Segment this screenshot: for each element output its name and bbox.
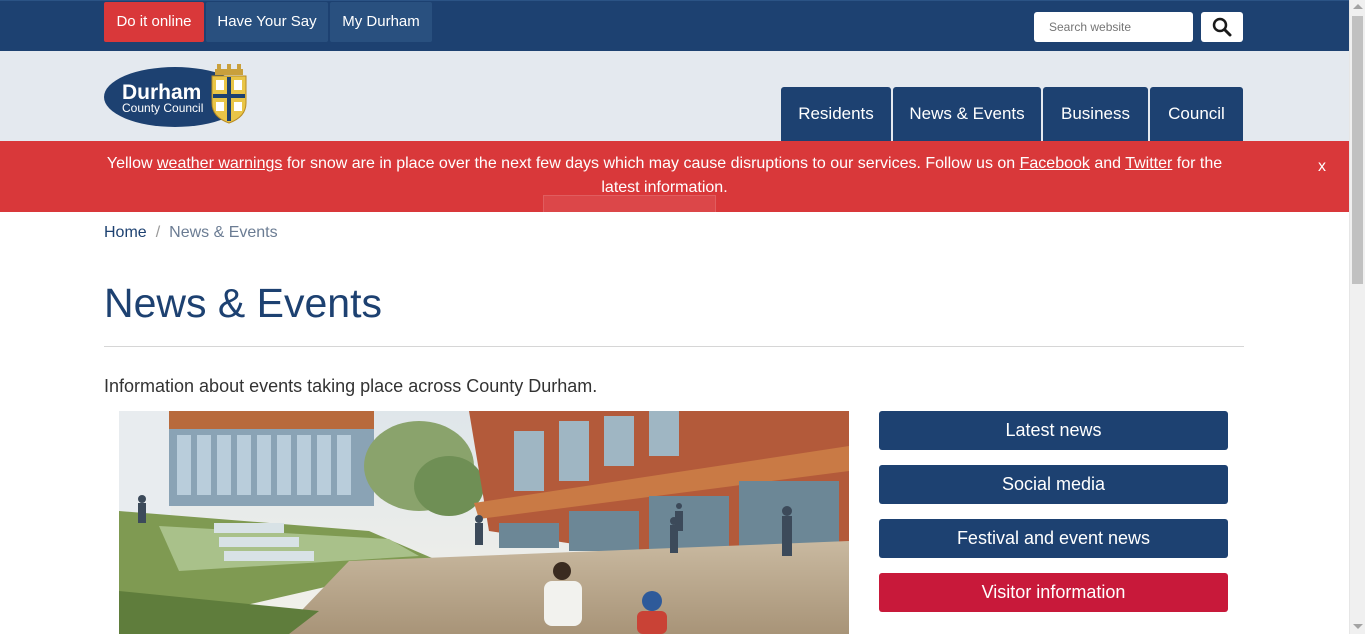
logo-text-county-council: County Council: [122, 101, 203, 115]
site-header: Durham County Council Residents News & E…: [0, 51, 1349, 141]
search-input[interactable]: [1034, 12, 1193, 42]
visitor-information-button[interactable]: Visitor information: [879, 573, 1228, 612]
page-intro: Information about events taking place ac…: [104, 376, 598, 396]
alert-text: Yellow: [106, 155, 157, 172]
have-your-say-link[interactable]: Have Your Say: [206, 2, 328, 42]
snip-tool-ghost: [543, 195, 716, 216]
scroll-up-arrow-icon[interactable]: [1353, 4, 1363, 9]
latest-news-button[interactable]: Latest news: [879, 411, 1228, 450]
nav-council[interactable]: Council: [1150, 87, 1243, 141]
nav-residents[interactable]: Residents: [781, 87, 891, 141]
my-durham-link[interactable]: My Durham: [330, 2, 432, 42]
breadcrumb-current: News & Events: [169, 224, 278, 241]
durham-county-council-logo[interactable]: Durham County Council: [104, 63, 256, 129]
top-utility-bar: Do it online Have Your Say My Durham: [0, 0, 1349, 51]
page-title: News & Events: [104, 280, 382, 326]
breadcrumb-home-link[interactable]: Home: [104, 224, 147, 241]
twitter-link[interactable]: Twitter: [1125, 155, 1172, 172]
hero-image: [119, 411, 849, 634]
scroll-down-arrow-icon[interactable]: [1353, 624, 1363, 629]
nav-news-events[interactable]: News & Events: [893, 87, 1041, 141]
breadcrumb: Home / News & Events: [104, 224, 278, 242]
festival-event-news-button[interactable]: Festival and event news: [879, 519, 1228, 558]
do-it-online-link[interactable]: Do it online: [104, 2, 204, 42]
alert-text: and: [1089, 155, 1126, 172]
facebook-link[interactable]: Facebook: [1020, 155, 1090, 172]
alert-text: for snow are in place over the next few …: [282, 155, 1020, 172]
nav-business[interactable]: Business: [1043, 87, 1148, 141]
search-button[interactable]: [1201, 12, 1243, 42]
weather-warnings-link[interactable]: weather warnings: [157, 155, 282, 172]
scroll-thumb[interactable]: [1352, 16, 1363, 284]
alert-close-button[interactable]: x: [1318, 155, 1326, 179]
breadcrumb-separator: /: [155, 224, 161, 241]
search-icon: [1212, 17, 1232, 37]
social-media-button[interactable]: Social media: [879, 465, 1228, 504]
vertical-scrollbar[interactable]: [1349, 0, 1365, 634]
title-divider: [104, 346, 1244, 347]
crest-icon: [211, 64, 247, 124]
